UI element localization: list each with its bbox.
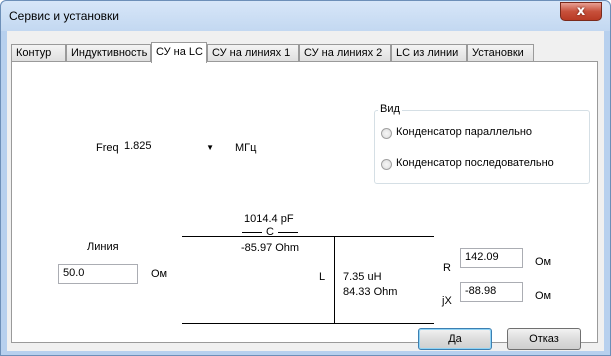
line-label: Линия <box>87 241 119 253</box>
tab-su-na-liniyah-2[interactable]: СУ на линиях 2 <box>299 44 391 62</box>
tab-su-na-liniyah-1[interactable]: СУ на линиях 1 <box>207 44 299 62</box>
cancel-button[interactable]: Отказ <box>507 328 581 350</box>
load-r-value: 142.09 <box>465 251 499 263</box>
window-title: Сервис и установки <box>9 9 119 23</box>
freq-select[interactable]: 1.825 ▼ <box>119 137 221 157</box>
ok-button[interactable]: Да <box>418 328 492 350</box>
load-x-input[interactable]: -88.98 <box>460 282 523 302</box>
view-groupbox: Вид Конденсатор параллельно Конденсатор … <box>374 103 590 184</box>
freq-value: 1.825 <box>124 140 152 152</box>
load-x-label: jX <box>442 295 452 307</box>
radio-parallel-label[interactable]: Конденсатор параллельно <box>396 126 532 138</box>
radio-parallel[interactable] <box>381 128 392 139</box>
dialog-window: Сервис и установки x Контур Индуктивност… <box>0 0 611 356</box>
load-r-label: R <box>443 262 451 274</box>
capacitor-lead-left <box>242 232 262 233</box>
title-bar[interactable]: Сервис и установки x <box>1 1 610 31</box>
tab-kontur[interactable]: Контур <box>11 44 66 62</box>
capacitor-lead-right <box>278 232 298 233</box>
inductor-reactance: 84.33 Ohm <box>343 286 398 298</box>
chevron-down-icon: ▼ <box>206 143 214 152</box>
freq-unit: МГц <box>235 142 257 154</box>
capacitor-reactance: -85.97 Ohm <box>241 242 300 254</box>
tab-su-na-lc[interactable]: СУ на LC <box>151 42 207 63</box>
dialog-client-area: Контур Индуктивность СУ на LC СУ на лини… <box>7 31 604 351</box>
close-button[interactable]: x <box>560 2 602 21</box>
tab-panel-su-na-lc: Freq 1.825 ▼ МГц Вид Конденсатор паралле… <box>11 61 598 343</box>
load-r-unit: Ом <box>535 256 552 268</box>
load-x-value: -88.98 <box>465 285 497 297</box>
line-impedance-input[interactable]: 50.0 <box>58 264 138 284</box>
top-rail-line <box>182 236 434 237</box>
bottom-rail-line <box>182 323 434 324</box>
close-icon: x <box>576 4 586 19</box>
tab-induktivnost[interactable]: Индуктивность <box>66 44 151 62</box>
tab-ustanovki[interactable]: Установки <box>467 44 534 62</box>
radio-series[interactable] <box>381 159 392 170</box>
freq-label: Freq <box>96 142 119 154</box>
inductor-name: L <box>319 271 326 283</box>
load-x-unit: Ом <box>535 290 552 302</box>
inductor-value: 7.35 uH <box>343 271 382 283</box>
view-group-title: Вид <box>378 103 402 115</box>
tab-lc-iz-linii[interactable]: LC из линии <box>391 44 467 62</box>
line-unit: Ом <box>151 268 168 280</box>
load-r-input[interactable]: 142.09 <box>460 248 523 268</box>
line-impedance-value: 50.0 <box>63 267 85 279</box>
inductor-branch-line <box>334 236 335 323</box>
capacitor-value: 1014.4 pF <box>244 213 294 225</box>
radio-series-label[interactable]: Конденсатор последовательно <box>396 157 554 169</box>
